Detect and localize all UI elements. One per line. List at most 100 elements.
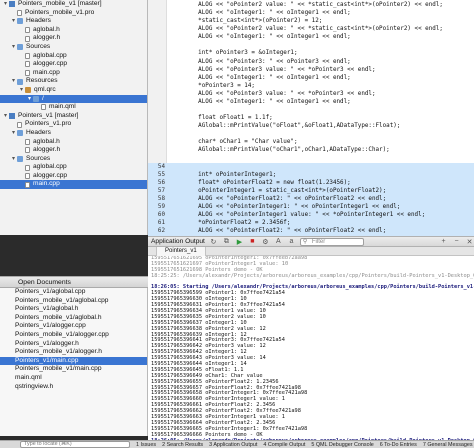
open-document-item[interactable]: main.qml <box>0 374 147 383</box>
open-document-item[interactable]: Pointers_v1/alogger.cpp <box>0 322 147 331</box>
tree-item[interactable]: aglobal.h <box>0 138 147 147</box>
zoom-in-icon[interactable]: A <box>274 238 283 245</box>
code-line[interactable]: 59 ALOG << "oPointerInteger1: " << oPoin… <box>148 203 474 212</box>
code-line[interactable]: ALOG << "oPointer2 value: " << *static_c… <box>148 1 474 9</box>
output-tab-pointers-v1[interactable]: Pointers_v1 <box>156 247 206 256</box>
code-editor[interactable]: ALOG << "oPointer2 value: " << *static_c… <box>148 0 474 236</box>
tree-item[interactable]: ▾ Headers <box>0 17 147 26</box>
code-line[interactable]: float oFloat1 = 1.1f; <box>148 114 474 122</box>
file-icon <box>25 70 30 77</box>
open-document-item[interactable]: Pointers_mobile_v1/alogger.cpp <box>0 331 147 340</box>
expand-arrow-icon[interactable]: ▾ <box>10 77 17 86</box>
expand-arrow-icon[interactable]: ▾ <box>26 95 33 104</box>
open-document-item[interactable]: Pointers_mobile_v1/main.cpp <box>0 365 147 374</box>
code-line[interactable]: *static_cast<int*>(oPointer2) = 12; <box>148 17 474 25</box>
tree-item[interactable]: aglobal.h <box>0 26 147 35</box>
locator-input[interactable]: Type to locate (⌘K) <box>20 441 130 448</box>
tree-item[interactable]: main.qml <box>0 103 147 112</box>
code-line[interactable]: ALOG << "oPointer3 value: " << *oPointer… <box>148 90 474 98</box>
code-line[interactable]: AGlobal::mPrintValue("oFloat",&oFloat1,A… <box>148 122 474 130</box>
tree-item[interactable]: Pointers_mobile_v1.pro <box>0 9 147 18</box>
project-tree[interactable]: ▾ Pointers_mobile_v1 [master] Pointers_mob… <box>0 0 148 235</box>
close-icon[interactable]: ✕ <box>465 238 474 246</box>
tree-item[interactable]: alogger.h <box>0 146 147 155</box>
open-document-item[interactable]: Pointers_mobile_v1/alogger.h <box>0 348 147 357</box>
status-tab[interactable]: 6 To-Do Entries <box>380 442 417 448</box>
code-line[interactable]: ALOG << "oPointer3 value: " << *oPointer… <box>148 66 474 74</box>
code-line[interactable]: 55 int* oPointerInteger1; <box>148 170 474 179</box>
code-line[interactable]: 57 oPointerInteger1 = static_cast<int*>(… <box>148 186 474 195</box>
tree-item-label: Pointers_v1.pro <box>25 120 72 128</box>
code-line[interactable]: int* oPointer3 = &oInteger1; <box>148 49 474 57</box>
status-tab[interactable]: 2 Search Results <box>162 442 203 448</box>
code-line[interactable]: 54 <box>148 162 474 171</box>
expand-arrow-icon[interactable]: ▾ <box>10 155 17 164</box>
tree-item[interactable]: alogger.cpp <box>0 60 147 69</box>
status-tab[interactable]: 7 General Messages <box>423 442 473 448</box>
open-document-item[interactable]: Pointers_mobile_v1/aglobal.h <box>0 314 147 323</box>
code-line[interactable]: 56 float* oPointerFloat2 = new float(1.2… <box>148 178 474 187</box>
status-tab[interactable]: 5 QML Debugger Console <box>311 442 373 448</box>
code-line[interactable]: ALOG << "oInteger1: " << oInteger1 << en… <box>148 98 474 106</box>
add-icon[interactable]: + <box>439 238 448 245</box>
tree-item[interactable]: ▾ qml.qrc <box>0 86 147 95</box>
output-filter-input[interactable]: Filter <box>299 237 364 246</box>
application-output-text[interactable]: 1595517651621695 oPointerInteger1: 0x7ff… <box>148 256 474 440</box>
tree-item[interactable]: alogger.cpp <box>0 172 147 181</box>
code-line[interactable]: 58 ALOG << "oPointerFloat2: " << oPointe… <box>148 194 474 203</box>
tree-item[interactable]: ▾ Pointers_v1 [master] <box>0 112 147 121</box>
open-documents-list[interactable]: Pointers_v1/aglobal.cpp Pointers_mobile_v… <box>0 288 148 436</box>
tree-item[interactable]: alogger.h <box>0 34 147 43</box>
code-line[interactable]: 60 ALOG << "oPointerInteger1 value: " <<… <box>148 211 474 220</box>
code-line[interactable]: ALOG << "oInteger1: " << oInteger1 << en… <box>148 9 474 17</box>
open-document-item[interactable]: Pointers_v1/main.cpp <box>0 356 147 366</box>
open-document-item[interactable]: qstringview.h <box>0 383 147 392</box>
expand-arrow-icon[interactable]: ▾ <box>18 86 25 95</box>
expand-arrow-icon[interactable]: ▾ <box>10 43 17 52</box>
attach-icon[interactable]: ⧉ <box>222 238 231 246</box>
code-line[interactable]: ALOG << "oInteger1: " << oInteger1 << en… <box>148 74 474 82</box>
code-line[interactable]: *oPointer3 = 14; <box>148 82 474 90</box>
code-line[interactable]: AGlobal::mPrintValue("oChar1",oChar1,ADa… <box>148 146 474 154</box>
code-line[interactable]: 61 *oPointerFloat2 = 2.3456f; <box>148 219 474 228</box>
rerun-icon[interactable]: ↻ <box>209 238 218 246</box>
open-document-item[interactable]: Pointers_v1/aglobal.cpp <box>0 288 147 297</box>
status-tab[interactable]: 4 Compile Output <box>263 442 305 448</box>
code-line[interactable]: ALOG << "oPointer3: " << oPointer3 << en… <box>148 58 474 66</box>
code-line[interactable] <box>148 130 474 138</box>
expand-arrow-icon[interactable]: ▾ <box>10 129 17 138</box>
tree-item[interactable]: aglobal.cpp <box>0 163 147 172</box>
tree-item[interactable]: ▾ Headers <box>0 129 147 138</box>
tree-item[interactable]: main.cpp <box>0 69 147 78</box>
zoom-out-icon[interactable]: a <box>287 238 296 245</box>
status-tab[interactable]: 1 Issues <box>136 442 156 448</box>
code-line[interactable] <box>148 155 474 163</box>
tree-item[interactable]: Pointers_v1.pro <box>0 120 147 129</box>
open-document-item[interactable]: Pointers_v1/aglobal.h <box>0 305 147 314</box>
tree-item[interactable]: ▾ Sources <box>0 43 147 52</box>
tree-item[interactable]: main.cpp <box>0 180 147 190</box>
code-line[interactable]: ALOG << "oInteger1: " << oInteger1 << en… <box>148 33 474 41</box>
open-document-item[interactable]: Pointers_v1/alogger.h <box>0 340 147 349</box>
code-line[interactable]: char* oChar1 = "Char value"; <box>148 138 474 146</box>
code-line[interactable] <box>148 41 474 49</box>
tree-item[interactable]: aglobal.cpp <box>0 52 147 61</box>
expand-arrow-icon[interactable]: ▾ <box>10 17 17 26</box>
tree-item[interactable]: ▾ Sources <box>0 155 147 164</box>
status-tab[interactable]: 3 Application Output <box>209 442 257 448</box>
run-icon[interactable]: ▶ <box>235 238 244 246</box>
minimize-icon[interactable]: − <box>452 238 461 245</box>
code-line[interactable]: 62 ALOG << "oPointerFloat2: " << oPointe… <box>148 227 474 236</box>
open-document-item[interactable]: Pointers_mobile_v1/aglobal.cpp <box>0 297 147 306</box>
open-documents-header[interactable]: Open Documents <box>0 276 148 288</box>
tree-item[interactable]: ▾ Resources <box>0 77 147 86</box>
settings-icon[interactable]: ⚙ <box>261 238 270 246</box>
tree-item[interactable]: ▾ / <box>0 94 147 104</box>
expand-arrow-icon[interactable]: ▾ <box>2 0 9 9</box>
tree-item[interactable]: ▾ Pointers_mobile_v1 [master] <box>0 0 147 9</box>
code-line[interactable]: ALOG << "oPointer2 value: " << *static_c… <box>148 25 474 33</box>
tree-item-label: Pointers_v1 [master] <box>18 111 79 119</box>
expand-arrow-icon[interactable]: ▾ <box>2 112 9 121</box>
stop-icon[interactable]: ■ <box>248 238 257 245</box>
code-line[interactable] <box>148 106 474 114</box>
